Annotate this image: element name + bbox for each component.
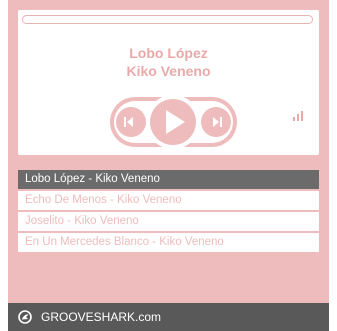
footer-bar: GROOVESHARK.com xyxy=(8,303,329,331)
progress-bar[interactable] xyxy=(22,15,313,24)
signal-bars-icon[interactable] xyxy=(293,111,303,121)
playlist-item[interactable]: Joselito - Kiko Veneno xyxy=(18,212,319,231)
play-button[interactable] xyxy=(146,95,200,149)
playlist: Lobo López - Kiko Veneno Echo De Menos -… xyxy=(18,170,319,254)
music-player-widget: Lobo López Kiko Veneno Lobo López - Kiko… xyxy=(8,0,329,331)
previous-button[interactable] xyxy=(116,107,146,137)
next-button[interactable] xyxy=(201,107,231,137)
grooveshark-logo-icon[interactable] xyxy=(18,310,32,324)
playlist-item[interactable]: En Un Mercedes Blanco - Kiko Veneno xyxy=(18,233,319,252)
footer-brand[interactable]: GROOVESHARK.com xyxy=(41,303,161,331)
now-playing-title: Lobo López xyxy=(129,45,208,61)
playlist-item[interactable]: Echo De Menos - Kiko Veneno xyxy=(18,191,319,210)
playlist-item[interactable]: Lobo López - Kiko Veneno xyxy=(18,170,319,189)
now-playing-artist: Kiko Veneno xyxy=(126,63,211,79)
